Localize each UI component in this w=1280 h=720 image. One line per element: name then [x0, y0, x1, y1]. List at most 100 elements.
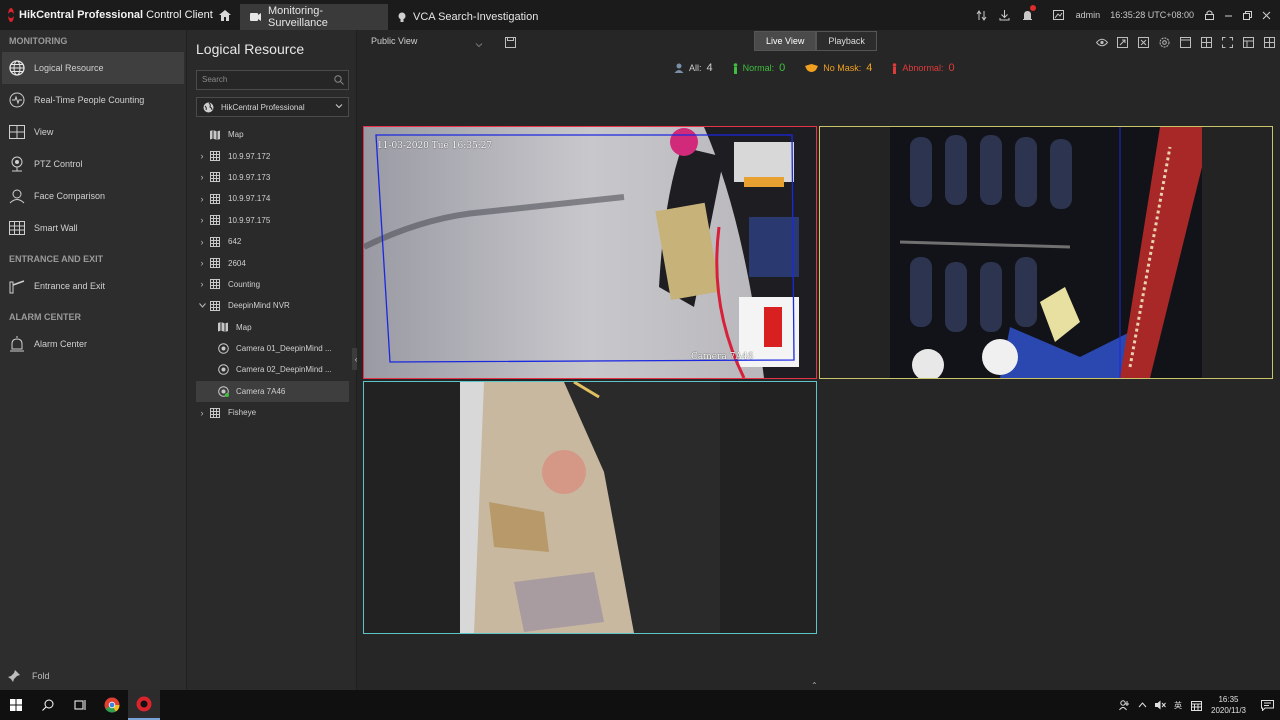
- calendar-icon[interactable]: [1187, 700, 1205, 711]
- view-name[interactable]: Public View: [371, 36, 417, 46]
- smart-wall-icon: [8, 219, 26, 237]
- tree-node-area[interactable]: › 10.9.97.174: [196, 188, 349, 209]
- nav-item-view[interactable]: View: [0, 116, 186, 148]
- video-tile-1[interactable]: 11-03-2020 Tue 16:35:27 Camera 7A46: [363, 126, 817, 379]
- expand-up-icon[interactable]: ⌃: [811, 681, 818, 690]
- nav-section-alarm-center: ALARM CENTER: [9, 312, 81, 322]
- user-name[interactable]: admin: [1076, 10, 1101, 20]
- tree-node-camera[interactable]: Camera 02_DeepinMind ...: [196, 359, 349, 380]
- windows-start-icon[interactable]: [0, 690, 32, 720]
- chrome-icon[interactable]: [96, 690, 128, 720]
- people-icon[interactable]: [1115, 699, 1133, 711]
- search-input[interactable]: Search: [196, 70, 349, 90]
- notification-icon[interactable]: [1254, 699, 1280, 711]
- export-icon[interactable]: [1112, 34, 1133, 50]
- close-icon[interactable]: [1257, 0, 1276, 30]
- taskbar-clock[interactable]: 16:35 2020/11/3: [1211, 694, 1246, 716]
- site-select[interactable]: HikCentral Professional: [196, 97, 349, 117]
- nav-item-label: Face Comparison: [34, 191, 106, 201]
- chevron-down-icon: [335, 102, 343, 112]
- home-icon[interactable]: [210, 0, 240, 30]
- input-language[interactable]: 英: [1169, 700, 1187, 711]
- search-icon[interactable]: [334, 74, 344, 92]
- tree-node-area[interactable]: › 642: [196, 231, 349, 252]
- window-division-icon[interactable]: [1238, 34, 1259, 50]
- tree-node-area[interactable]: › Fisheye: [196, 402, 349, 423]
- nav-item-ptz-control[interactable]: PTZ Control: [0, 148, 186, 180]
- eye-icon[interactable]: [1091, 34, 1112, 50]
- chevron-down-icon[interactable]: [475, 36, 483, 54]
- alarm-notification-icon[interactable]: [1016, 0, 1039, 30]
- tree-node-area[interactable]: › 10.9.97.173: [196, 167, 349, 188]
- nav-item-smart-wall[interactable]: Smart Wall: [0, 212, 186, 244]
- nav-item-alarm-center[interactable]: Alarm Center: [0, 328, 186, 360]
- tree-node-area[interactable]: › 2604: [196, 252, 349, 273]
- chevron-right-icon[interactable]: ›: [196, 194, 208, 204]
- hikcentral-taskbar-icon[interactable]: [128, 690, 160, 720]
- lock-icon[interactable]: [1200, 0, 1219, 30]
- nav-item-real-time-people-counting[interactable]: Real-Time People Counting: [0, 84, 186, 116]
- save-view-icon[interactable]: [505, 35, 516, 53]
- tree-node-area[interactable]: › Counting: [196, 274, 349, 295]
- bulb-icon: [398, 12, 406, 23]
- tab-label: Monitoring-Surveillance: [268, 5, 328, 29]
- nav-item-entrance-and-exit[interactable]: Entrance and Exit: [0, 270, 186, 302]
- nav-item-label: PTZ Control: [34, 159, 83, 169]
- stat-all: All: 4: [674, 62, 713, 74]
- tree-node-area[interactable]: › 10.9.97.175: [196, 210, 349, 231]
- area-icon: [208, 151, 222, 162]
- nav-item-logical-resource[interactable]: Logical Resource: [2, 52, 184, 84]
- tab-vca-search-investigation[interactable]: VCA Search-Investigation: [388, 4, 548, 30]
- alarm-light-icon: [8, 335, 26, 353]
- normal-person-icon: [733, 62, 738, 74]
- nav-item-label: Real-Time People Counting: [34, 95, 145, 105]
- chevron-right-icon[interactable]: ›: [196, 279, 208, 289]
- tree-node-area[interactable]: › 10.9.97.172: [196, 145, 349, 166]
- fold-button[interactable]: Fold: [8, 670, 50, 682]
- resource-tree: Map › 10.9.97.172 › 10.9.97.173 › 10.9.9…: [196, 124, 349, 423]
- close-all-icon[interactable]: [1133, 34, 1154, 50]
- chevron-down-icon[interactable]: [196, 303, 208, 309]
- chevron-right-icon[interactable]: ›: [196, 172, 208, 182]
- taskbar-time: 16:35: [1218, 695, 1239, 704]
- restore-icon[interactable]: [1238, 0, 1257, 30]
- video-tile-3[interactable]: [363, 381, 817, 634]
- stat-normal: Normal: 0: [733, 62, 785, 74]
- image-icon[interactable]: [1047, 0, 1070, 30]
- download-icon[interactable]: [993, 0, 1016, 30]
- live-view-button[interactable]: Live View: [754, 31, 817, 51]
- transfer-icon[interactable]: [970, 0, 993, 30]
- settings-icon[interactable]: [1154, 34, 1175, 50]
- search-icon[interactable]: [32, 690, 64, 720]
- chevron-right-icon[interactable]: ›: [196, 258, 208, 268]
- tab-monitoring-surveillance[interactable]: Monitoring-Surveillance: [240, 4, 388, 30]
- chevron-right-icon[interactable]: ›: [196, 237, 208, 247]
- fullscreen-icon[interactable]: [1217, 34, 1238, 50]
- volume-muted-icon[interactable]: [1151, 700, 1169, 710]
- window-icon[interactable]: [1175, 34, 1196, 50]
- tree-node-map[interactable]: Map: [196, 124, 349, 145]
- tree-node-area-expanded[interactable]: DeepinMind NVR: [196, 295, 349, 316]
- playback-button[interactable]: Playback: [816, 31, 877, 51]
- area-icon: [208, 172, 222, 183]
- layout-icon[interactable]: [1196, 34, 1217, 50]
- minimize-icon[interactable]: [1219, 0, 1238, 30]
- chevron-up-icon[interactable]: [1133, 702, 1151, 708]
- camera-feed-image: [820, 127, 1272, 378]
- nav-item-face-comparison[interactable]: Face Comparison: [0, 180, 186, 212]
- chevron-right-icon[interactable]: ›: [196, 408, 208, 418]
- video-tile-2[interactable]: [819, 126, 1273, 379]
- tree-node-camera[interactable]: Camera 01_DeepinMind ...: [196, 338, 349, 359]
- task-view-icon[interactable]: [64, 690, 96, 720]
- grid-layout-icon[interactable]: [1259, 34, 1280, 50]
- nav-item-label: Logical Resource: [34, 63, 104, 73]
- face-icon: [8, 187, 26, 205]
- tree-node-camera-selected[interactable]: Camera 7A46: [196, 380, 349, 403]
- resource-panel: Logical Resource Search HikCentral Profe…: [186, 30, 362, 690]
- tree-node-map[interactable]: Map: [196, 317, 349, 338]
- tab-label: VCA Search-Investigation: [413, 11, 539, 23]
- chevron-right-icon[interactable]: ›: [196, 151, 208, 161]
- chevron-right-icon[interactable]: ›: [196, 215, 208, 225]
- area-icon: [208, 300, 222, 311]
- site-globe-icon: [203, 102, 214, 113]
